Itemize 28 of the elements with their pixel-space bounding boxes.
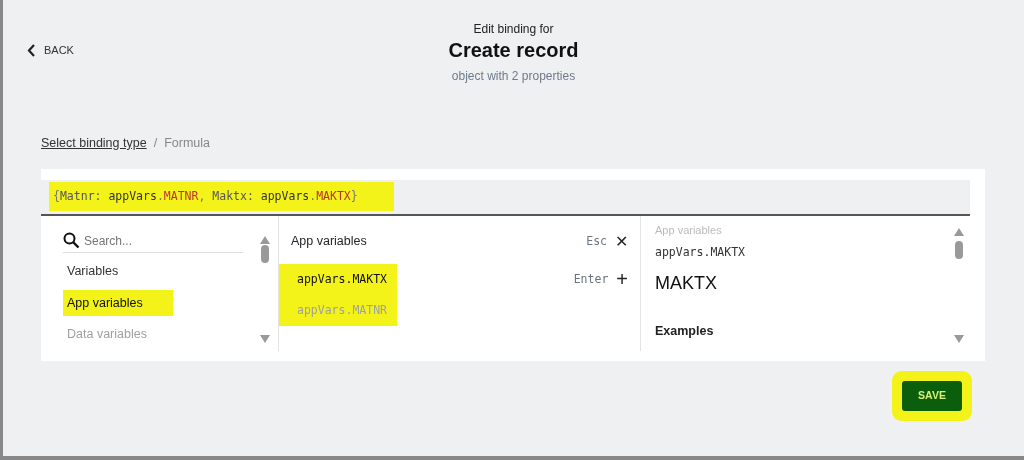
scroll-up-icon[interactable] — [954, 227, 964, 236]
breadcrumb-separator: / — [153, 135, 158, 152]
scroll-down-icon[interactable] — [260, 334, 270, 343]
close-button[interactable]: ✕ — [615, 229, 628, 254]
description: object with 2 properties — [450, 68, 577, 85]
chevron-left-icon — [27, 43, 36, 57]
scrollbar-thumb[interactable] — [955, 241, 963, 260]
keyboard-hint: Enter — [573, 270, 609, 288]
list-title: App variables — [291, 233, 367, 251]
category-label: App variables — [655, 222, 723, 238]
variable-path: appVars.MAKTX — [655, 244, 746, 262]
scrollbar-thumb[interactable] — [261, 245, 269, 264]
section-heading: Examples — [655, 323, 715, 340]
back-button[interactable]: BACK — [27, 42, 74, 59]
scroll-down-icon[interactable] — [954, 334, 964, 343]
scroll-up-icon[interactable] — [260, 235, 270, 244]
formula-field[interactable]: {Matnr: appVars.MATNR, Maktx: appVars.MAKTX} — [49, 182, 394, 212]
search-icon — [63, 232, 80, 250]
variable-item[interactable]: appVars.MAKTX — [279, 263, 397, 295]
breadcrumb-link[interactable]: Select binding type — [41, 134, 147, 153]
breadcrumb-current: Formula — [164, 135, 210, 152]
variable-name: MAKTX — [655, 271, 718, 295]
keyboard-hint: Esc — [586, 233, 607, 251]
dialog-title: Create record — [448, 38, 579, 62]
add-button[interactable]: + — [616, 269, 628, 290]
subtitle: Edit binding for — [472, 21, 555, 38]
section-label: Variables — [66, 262, 120, 280]
category-item[interactable]: App variables — [63, 289, 173, 317]
